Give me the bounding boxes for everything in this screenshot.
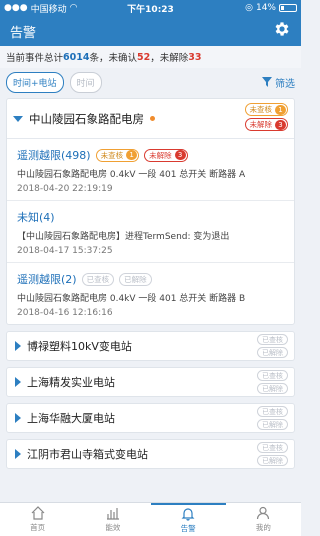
tab-label: 首页	[30, 523, 46, 532]
tab-energy[interactable]: 能效	[75, 503, 150, 536]
event-time: 2018-04-17 15:37:25	[17, 246, 113, 256]
tab-home[interactable]: 首页	[0, 503, 75, 536]
chip-time-station[interactable]: 时间+电站	[6, 71, 64, 93]
funnel-icon	[262, 77, 272, 87]
filter-label: 筛选	[275, 78, 295, 90]
event-title: 未知(4)	[17, 211, 55, 224]
resolved-badge: 已解除	[257, 347, 288, 358]
clock: 下午10:23	[127, 4, 174, 15]
expand-arrow-icon	[15, 413, 21, 423]
station-card[interactable]: 上海精发实业电站 已查核 已解除	[6, 367, 295, 397]
wifi-icon: ◠	[69, 3, 78, 13]
summary-mid: ，未解除	[150, 53, 189, 64]
event-description: 中山陵园石象路配电房 0.4kV 一段 401 总开关 断路器 B	[17, 294, 246, 304]
station-card[interactable]: 博禄塑料10kV变电站 已查核 已解除	[6, 331, 295, 361]
checked-badge: 已查核	[257, 370, 288, 381]
station-name: 江阴市君山寺箱式变电站	[27, 448, 148, 461]
checked-badge: 已查核	[257, 406, 288, 417]
alarm-icon: ◎	[245, 3, 253, 13]
event-time: 2018-04-16 12:16:16	[17, 308, 113, 318]
event-title: 遥测越限(498)	[17, 149, 91, 162]
station-card[interactable]: 上海华融大厦电站 已查核 已解除	[6, 403, 295, 433]
station-header[interactable]: 中山陵园石象路配电房 未查核 1 未解除 3	[7, 99, 294, 139]
summary-total: 6014	[63, 51, 90, 63]
tab-label: 我的	[255, 523, 271, 532]
station-name: 中山陵园石象路配电房	[29, 111, 144, 126]
checked-badge: 已查核	[81, 272, 115, 286]
resolved-badge: 已解除	[257, 419, 288, 430]
event-time: 2018-04-20 22:19:19	[17, 184, 113, 194]
unresolved-badge: 未解除 3	[244, 118, 288, 131]
resolved-badge: 已解除	[257, 383, 288, 394]
bell-icon	[181, 508, 195, 521]
tab-label: 能效	[105, 523, 121, 532]
unread-dot	[150, 116, 155, 121]
tab-label: 告警	[180, 524, 196, 533]
event-item[interactable]: 未知(4) 【中山陵园石象路配电房】进程TermSend: 变为退出 2018-…	[7, 201, 294, 263]
event-item[interactable]: 遥测越限(498) 未查核 1 未解除 3 中山陵园石象路配电房 0.4kV 一段 …	[7, 139, 294, 201]
battery-percent: 14%	[255, 3, 276, 13]
tab-profile[interactable]: 我的	[226, 503, 301, 536]
station-card[interactable]: 江阴市君山寺箱式变电站 已查核 已解除	[6, 439, 295, 469]
signal-icon: ●●●	[4, 3, 28, 13]
expand-arrow-icon	[15, 449, 21, 459]
expand-arrow-icon	[15, 377, 21, 387]
filter-bar: 时间+电站 时间 筛选	[0, 68, 301, 96]
carrier-label: 中国移动	[30, 4, 67, 15]
resolved-badge: 已解除	[119, 272, 152, 286]
checked-badge: 已查核	[257, 442, 288, 453]
bottom-tab-bar: 首页 能效 告警 我的	[0, 502, 301, 536]
filter-button[interactable]: 筛选	[262, 75, 295, 90]
collapse-arrow-icon	[13, 115, 23, 122]
station-card-expanded: 中山陵园石象路配电房 未查核 1 未解除 3 遥测越限(498) 未查核 1 未解除 3…	[6, 98, 295, 325]
unchecked-badge: 未查核 1	[244, 103, 288, 116]
status-bar: ●●● 中国移动 ◠ 下午10:23 ◎ 14%	[0, 0, 301, 16]
summary-prefix: 当前事件总计	[6, 53, 64, 64]
chip-time[interactable]: 时间	[69, 71, 102, 93]
summary-unresolved: 33	[188, 51, 202, 63]
bar-chart-icon	[106, 508, 119, 520]
event-title: 遥测越限(2)	[17, 273, 77, 286]
page-title: 告警	[10, 25, 37, 41]
tab-alarm[interactable]: 告警	[150, 503, 226, 536]
event-summary: 当前事件总计 6014 条，未确认 52 ，未解除 33	[0, 46, 301, 68]
battery-icon	[279, 4, 297, 12]
station-name: 上海华融大厦电站	[27, 412, 115, 425]
expand-arrow-icon	[15, 341, 21, 351]
summary-unit1: 条，未确认	[89, 53, 137, 64]
station-name: 上海精发实业电站	[27, 376, 115, 389]
checked-badge: 已查核	[257, 334, 288, 345]
event-description: 【中山陵园石象路配电房】进程TermSend: 变为退出	[17, 232, 230, 242]
user-icon	[257, 506, 270, 520]
home-icon	[31, 506, 45, 520]
unresolved-badge: 未解除 3	[144, 148, 188, 162]
resolved-badge: 已解除	[257, 455, 288, 466]
event-description: 中山陵园石象路配电房 0.4kV 一段 401 总开关 断路器 A	[17, 170, 246, 180]
app-header: 告警	[0, 16, 301, 46]
unchecked-badge: 未查核 1	[95, 148, 140, 162]
alarm-list[interactable]: 中山陵园石象路配电房 未查核 1 未解除 3 遥测越限(498) 未查核 1 未解除 3…	[0, 98, 301, 498]
gear-icon[interactable]	[273, 20, 291, 42]
event-item[interactable]: 遥测越限(2) 已查核 已解除 中山陵园石象路配电房 0.4kV 一段 401 …	[7, 263, 294, 324]
station-name: 博禄塑料10kV变电站	[27, 340, 132, 353]
summary-unconfirmed: 52	[136, 51, 151, 63]
